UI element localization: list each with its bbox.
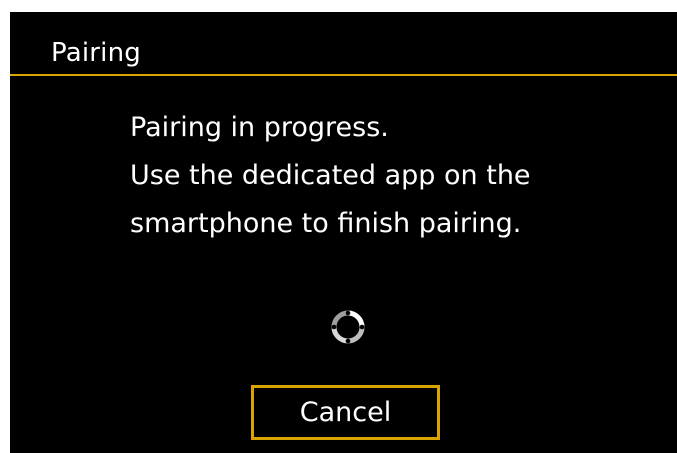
loading-spinner-icon <box>331 310 365 344</box>
status-message: Pairing in progress. Use the dedicated a… <box>130 104 650 248</box>
status-line-1: Pairing in progress. <box>130 112 389 143</box>
status-line-3: smartphone to finish pairing. <box>130 208 522 239</box>
header-bar: Pairing <box>10 12 677 76</box>
cancel-button[interactable]: Cancel <box>251 385 440 440</box>
pairing-screen: Pairing Pairing in progress. Use the ded… <box>10 12 677 453</box>
status-line-2: Use the dedicated app on the <box>130 160 531 191</box>
page-title: Pairing <box>51 38 141 68</box>
